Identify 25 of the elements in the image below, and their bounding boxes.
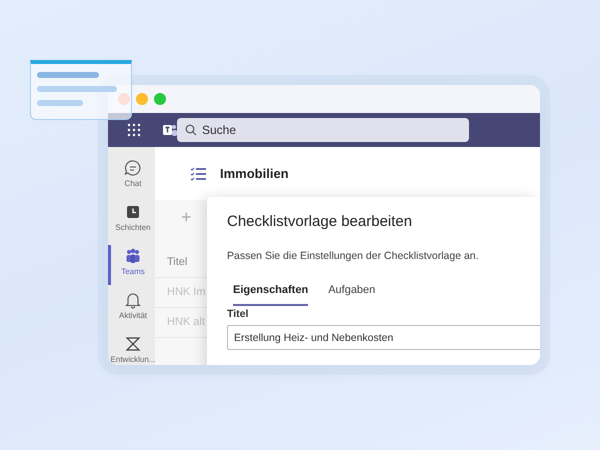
clock-icon bbox=[124, 203, 142, 221]
page-title: Immobilien bbox=[220, 166, 289, 181]
teams-logo-icon bbox=[163, 123, 177, 137]
hourglass-icon bbox=[124, 335, 142, 353]
sidebar-item[interactable]: Aktivität bbox=[108, 289, 155, 329]
dialog-description: Passen Sie die Einstellungen der Checklistvorlage an. bbox=[227, 250, 480, 262]
people-icon bbox=[124, 247, 142, 265]
field-label: Titel bbox=[227, 308, 250, 320]
chat-bubble-icon bbox=[124, 159, 142, 177]
tab[interactable]: Aufgaben bbox=[328, 280, 376, 306]
window-control-dot[interactable] bbox=[154, 93, 166, 105]
text-line-bar bbox=[37, 100, 83, 106]
sidebar-item[interactable]: Schichten bbox=[108, 201, 155, 241]
window-control-dot[interactable] bbox=[136, 93, 148, 105]
search-icon bbox=[185, 124, 197, 136]
bell-icon bbox=[124, 291, 142, 309]
app-grid-icon[interactable] bbox=[127, 123, 141, 137]
sidebar-item[interactable]: Chat bbox=[108, 157, 155, 197]
search-field[interactable]: Suche bbox=[177, 118, 469, 142]
dialog-title: Checklistvorlage bearbeiten bbox=[227, 213, 414, 230]
sidebar-item[interactable]: Entwicklun... bbox=[108, 333, 155, 365]
title-input-field[interactable]: Erstellung Heiz- und Nebenkosten bbox=[227, 325, 540, 350]
tab[interactable]: Eigenschaften bbox=[233, 280, 308, 306]
checklist-icon bbox=[190, 166, 206, 180]
text-line-bar bbox=[37, 72, 99, 78]
